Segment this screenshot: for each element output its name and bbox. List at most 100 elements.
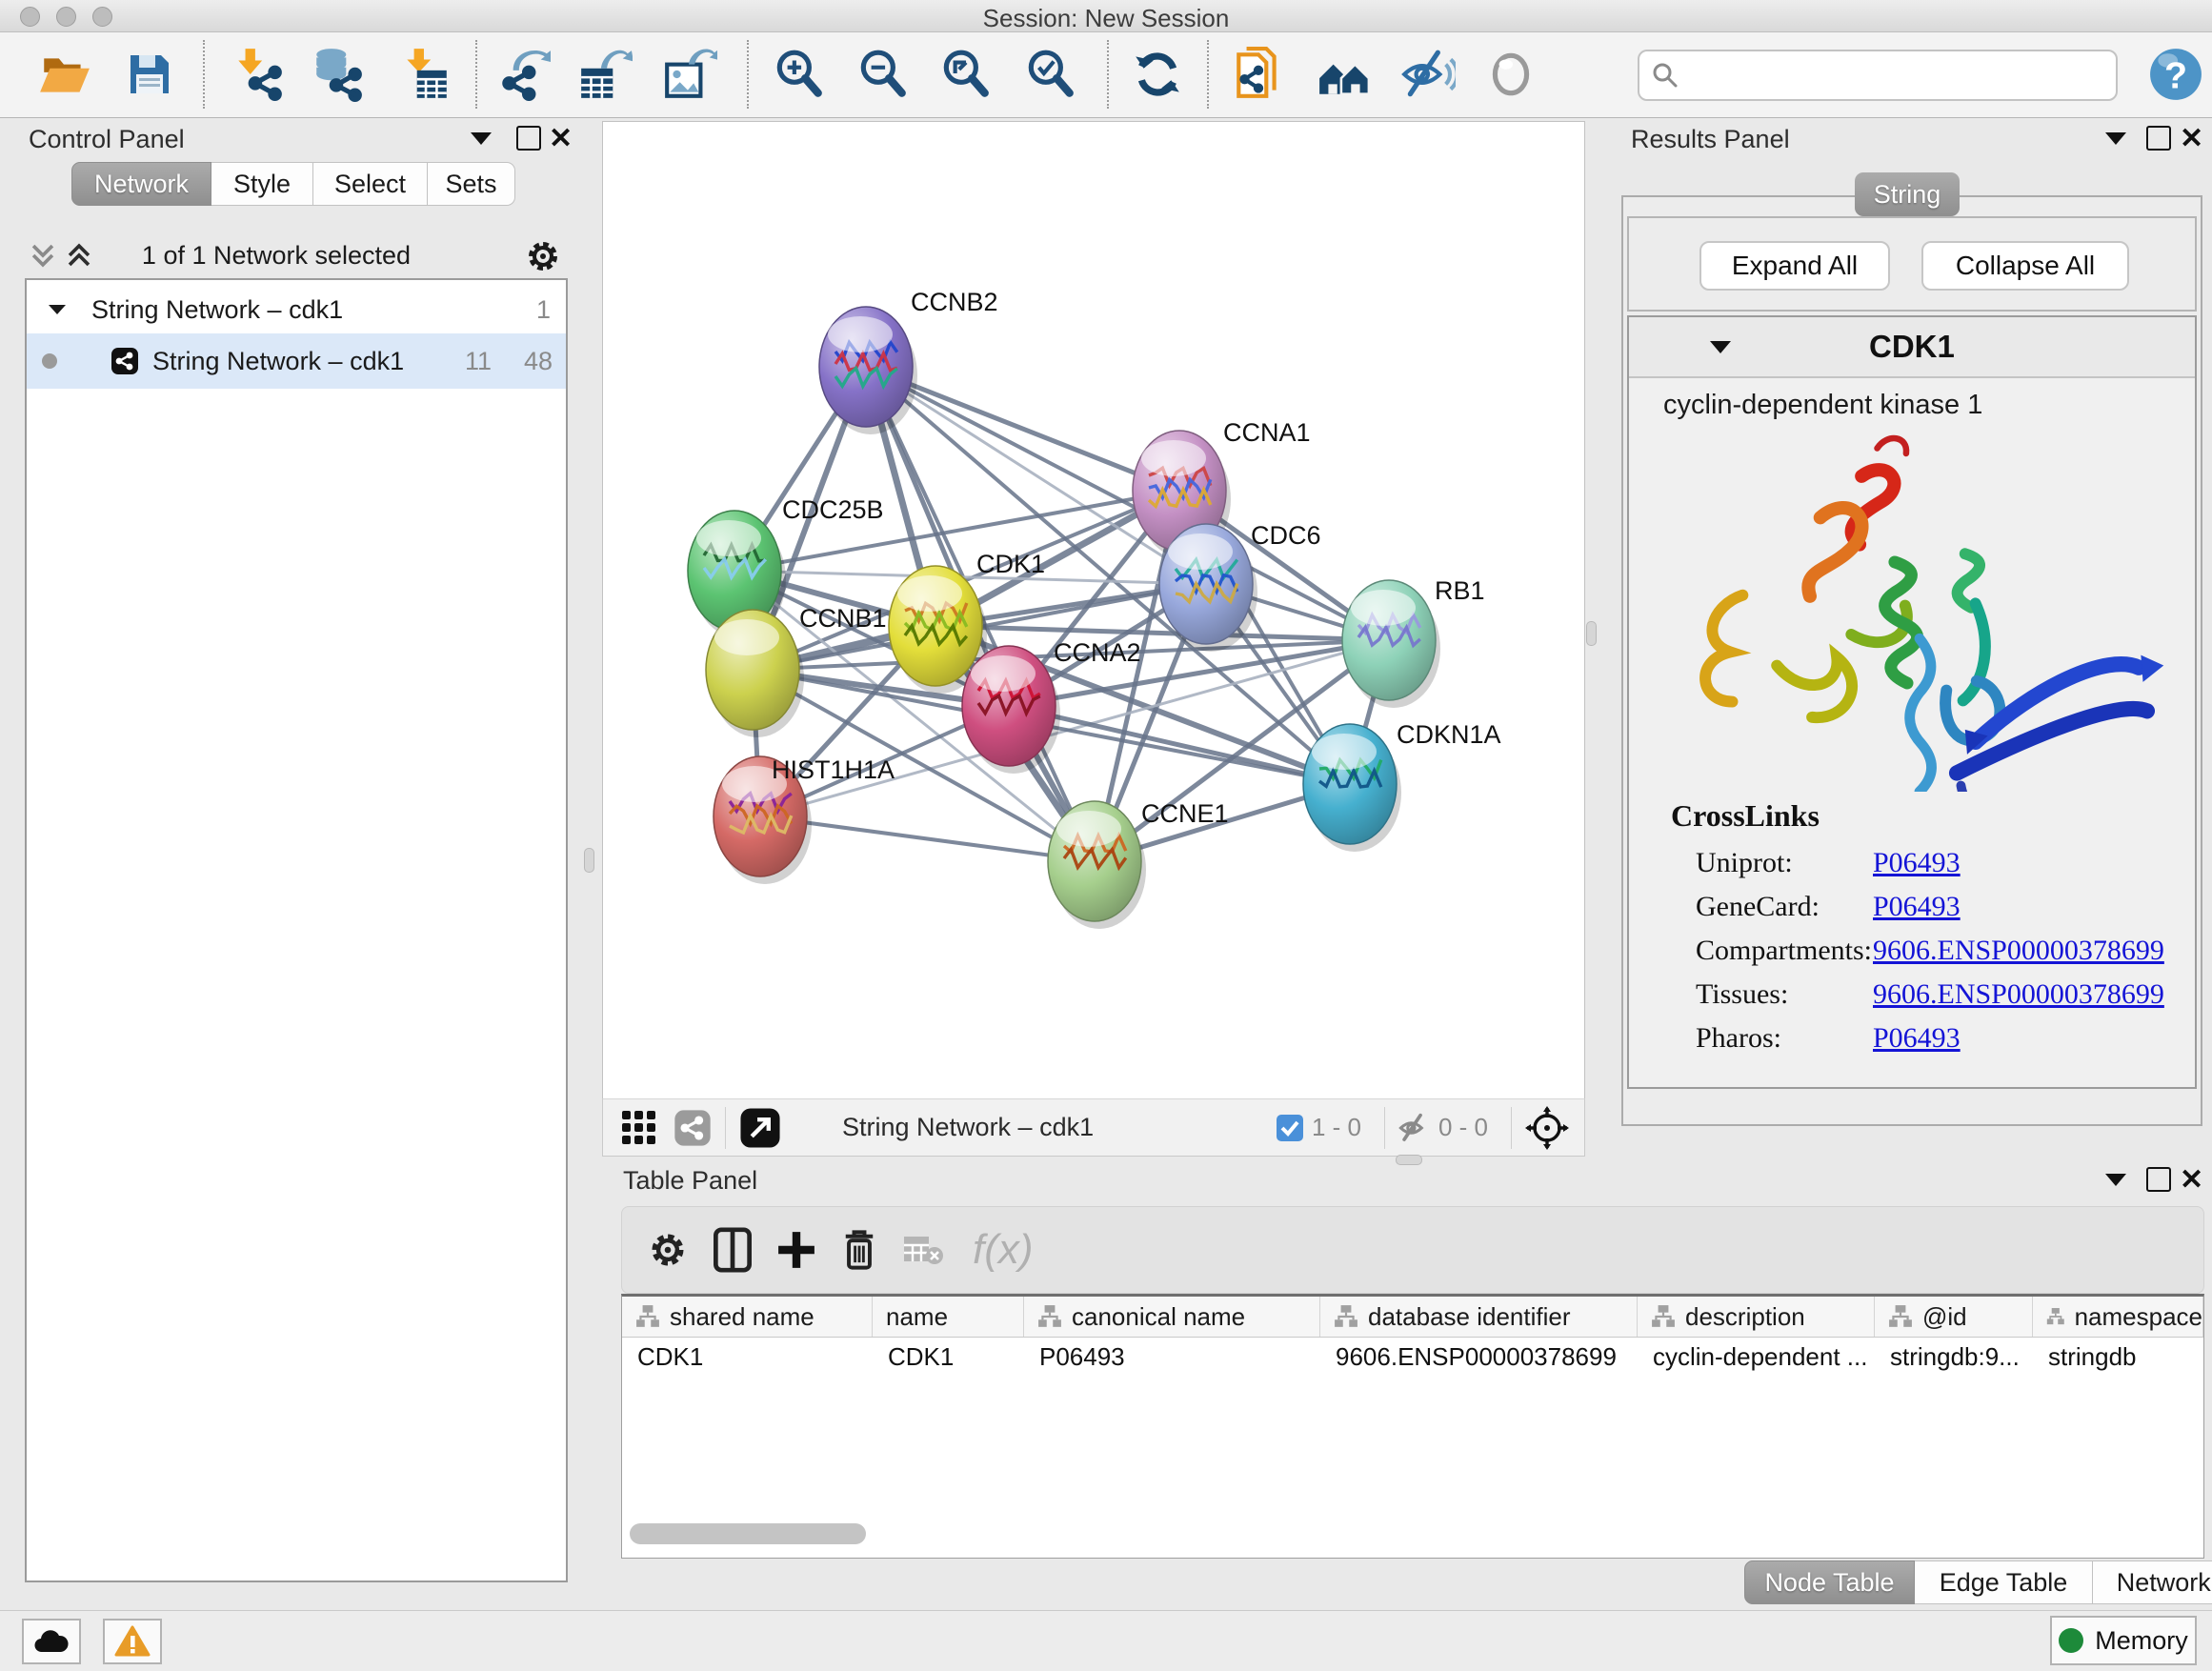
panel-float-button[interactable] <box>2146 1167 2171 1192</box>
table-cell[interactable]: P06493 <box>1024 1338 1320 1376</box>
table-cell[interactable]: 9606.ENSP00000378699 <box>1320 1338 1638 1376</box>
panel-float-button[interactable] <box>516 126 541 151</box>
tree-expand-caret-icon[interactable] <box>46 298 69 321</box>
table-cell[interactable]: stringdb:9... <box>1875 1338 2033 1376</box>
node-label-CCNE1: CCNE1 <box>1141 799 1229 828</box>
network-node-CDKN1A[interactable] <box>1303 724 1401 852</box>
column-header--id[interactable]: @id <box>1875 1297 2033 1337</box>
network-canvas[interactable]: CCNB2CCNA1CDC25BCDK1CDC6RB1CCNB1CCNA2CDK… <box>602 121 1585 1099</box>
collapse-all-button[interactable]: Collapse All <box>1921 241 2129 291</box>
tab-string[interactable]: String <box>1855 172 1960 216</box>
memory-button[interactable]: Memory <box>2050 1616 2197 1665</box>
network-share-gray-icon[interactable] <box>674 1109 712 1147</box>
tab-network-table[interactable]: Network Table <box>2093 1560 2212 1604</box>
show-all-button[interactable] <box>1480 44 1541 105</box>
tab-edge-table[interactable]: Edge Table <box>1915 1560 2093 1604</box>
export-table-button[interactable] <box>574 44 635 105</box>
table-cell[interactable]: cyclin-dependent ... <box>1638 1338 1875 1376</box>
panel-close-button[interactable]: ✕ <box>2180 122 2203 155</box>
node-label-CCNA2: CCNA2 <box>1054 638 1141 667</box>
column-header-name[interactable]: name <box>873 1297 1024 1337</box>
help-button[interactable]: ? <box>2145 44 2206 105</box>
left-splitter-handle[interactable] <box>584 848 594 873</box>
panel-close-button[interactable]: ✕ <box>549 122 573 155</box>
gear-icon[interactable] <box>524 237 562 275</box>
zoom-in-button[interactable] <box>768 44 829 105</box>
zoom-selected-button[interactable] <box>1019 44 1080 105</box>
fx-icon: f(x) <box>969 1225 1045 1275</box>
protein-result-card: CDK1 cyclin-dependent kinase 1 <box>1627 315 2197 1089</box>
eye-icon <box>1483 47 1538 102</box>
open-in-window-icon[interactable] <box>739 1107 781 1149</box>
cloud-status-button[interactable] <box>22 1619 81 1664</box>
table-cell[interactable]: CDK1 <box>622 1338 873 1376</box>
table-horizontal-scrollbar[interactable] <box>630 1523 866 1544</box>
network-selected-status: 1 of 1 Network selected <box>10 241 543 271</box>
zoom-out-button[interactable] <box>852 44 913 105</box>
column-header-label: database identifier <box>1368 1302 1570 1332</box>
table-row[interactable]: CDK1CDK1P064939606.ENSP00000378699cyclin… <box>622 1338 2203 1376</box>
tab-network[interactable]: Network <box>71 162 211 206</box>
table-cell[interactable]: stringdb <box>2033 1338 2203 1376</box>
panel-close-button[interactable]: ✕ <box>2180 1163 2203 1197</box>
protein-collapse-caret-icon[interactable] <box>1710 341 1731 353</box>
column-header-description[interactable]: description <box>1638 1297 1875 1337</box>
create-column-button[interactable] <box>776 1230 816 1270</box>
table-settings-button[interactable] <box>647 1229 689 1271</box>
birds-eye-view-icon[interactable] <box>1525 1106 1569 1150</box>
network-node-CCNB1[interactable] <box>706 610 804 737</box>
expand-all-button[interactable]: Expand All <box>1699 241 1890 291</box>
first-neighbors-button[interactable] <box>1228 44 1289 105</box>
home-button[interactable] <box>1314 44 1375 105</box>
hidden-eye-slash-icon <box>1398 1112 1431 1144</box>
network-edge[interactable] <box>734 571 1206 584</box>
import-network-button[interactable] <box>228 44 289 105</box>
tab-select[interactable]: Select <box>313 162 428 206</box>
search-input[interactable] <box>1638 50 2118 101</box>
export-network-button[interactable] <box>493 44 553 105</box>
table-cell[interactable]: CDK1 <box>873 1338 1024 1376</box>
show-columns-button[interactable] <box>714 1227 752 1273</box>
tab-node-table[interactable]: Node Table <box>1744 1560 1915 1604</box>
panel-float-button[interactable] <box>2146 126 2171 151</box>
warnings-button[interactable] <box>103 1619 162 1664</box>
column-header-canonical-name[interactable]: canonical name <box>1024 1297 1320 1337</box>
table-toolbar: f(x) <box>621 1206 2204 1294</box>
right-splitter-handle[interactable] <box>1586 621 1597 646</box>
protein-header[interactable]: CDK1 <box>1629 317 2195 378</box>
network-edge[interactable] <box>935 626 1389 640</box>
crosslink-link[interactable]: P06493 <box>1873 847 1961 879</box>
crosslink-link[interactable]: P06493 <box>1873 1022 1961 1055</box>
panel-menu-caret-icon[interactable] <box>2105 132 2126 145</box>
zoom-fit-button[interactable] <box>935 44 995 105</box>
save-session-button[interactable] <box>119 44 180 105</box>
column-header-shared-name[interactable]: shared name <box>622 1297 873 1337</box>
crosslink-label: Pharos: <box>1696 1022 1781 1055</box>
column-header-namespace[interactable]: namespace <box>2033 1297 2203 1337</box>
selected-checkbox-icon[interactable] <box>1276 1114 1304 1142</box>
refresh-button[interactable] <box>1127 44 1188 105</box>
hide-selected-button[interactable] <box>1398 44 1458 105</box>
toolbar-separator <box>1384 1107 1385 1149</box>
column-header-database-identifier[interactable]: database identifier <box>1320 1297 1638 1337</box>
crosslink-link[interactable]: 9606.ENSP00000378699 <box>1873 978 2164 1011</box>
tab-sets[interactable]: Sets <box>428 162 515 206</box>
open-session-button[interactable] <box>34 44 95 105</box>
tab-style[interactable]: Style <box>211 162 313 206</box>
crosslink-link[interactable]: 9606.ENSP00000378699 <box>1873 935 2164 967</box>
crosslink-link[interactable]: P06493 <box>1873 891 1961 923</box>
import-table-button[interactable] <box>394 44 455 105</box>
network-row-selected[interactable]: String Network – cdk1 11 48 <box>27 333 566 389</box>
toolbar-separator <box>1107 40 1109 109</box>
network-node-RB1[interactable] <box>1342 580 1440 708</box>
import-database-button[interactable] <box>307 44 368 105</box>
grid-view-icon[interactable] <box>620 1109 658 1147</box>
attribute-icon <box>635 1304 660 1329</box>
network-node-CCNE1[interactable] <box>1048 801 1146 929</box>
network-collection-row[interactable]: String Network – cdk1 1 <box>27 286 566 333</box>
export-image-button[interactable] <box>659 44 720 105</box>
panel-menu-caret-icon[interactable] <box>2105 1174 2126 1186</box>
delete-column-button[interactable] <box>841 1228 877 1272</box>
hidden-counter: 0 - 0 <box>1438 1113 1488 1142</box>
panel-menu-caret-icon[interactable] <box>471 132 492 145</box>
